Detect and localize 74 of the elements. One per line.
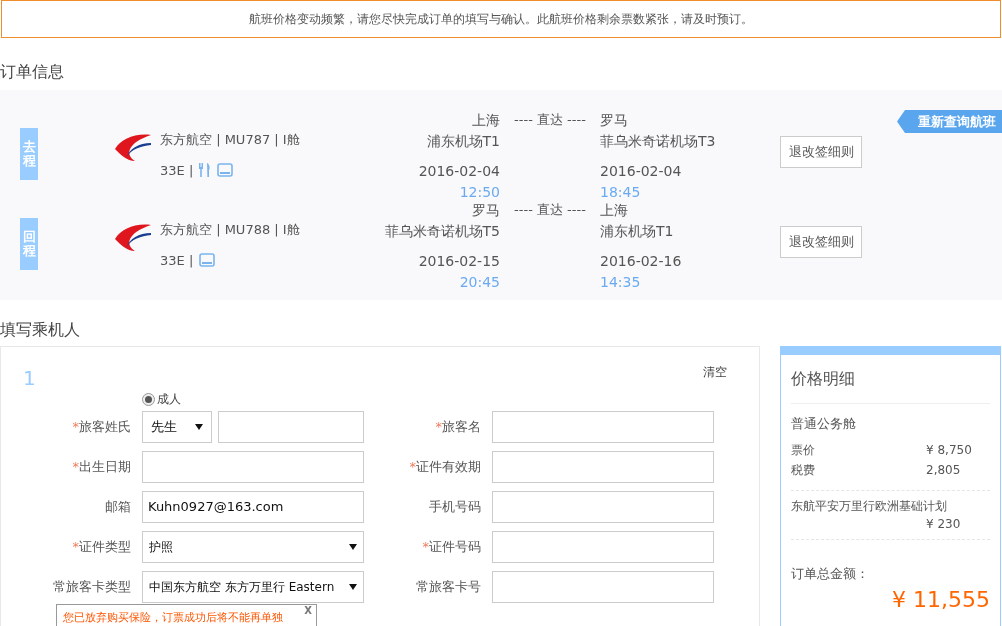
title-select[interactable]: 先生 [142, 411, 212, 443]
field-label: *证件类型 [72, 539, 131, 555]
departure-city: 上海 [471, 111, 500, 130]
airline-logo-icon [115, 133, 151, 161]
text-input[interactable] [492, 531, 714, 563]
field-label: 手机号码 [429, 499, 481, 515]
field-label: *出生日期 [72, 459, 131, 475]
text-input[interactable]: Kuhn0927@163.com [142, 491, 364, 523]
dropdown-select[interactable]: 中国东方航空 东方万里行 Eastern [142, 571, 364, 603]
trip-direction-tag: 去程 [20, 128, 38, 180]
total-price: ¥ 11,555 [892, 586, 990, 614]
dropdown-caret-icon [349, 544, 357, 550]
departure-airport: 菲乌米奇诺机场T5 [383, 222, 500, 241]
field-label: *证件号码 [422, 539, 481, 555]
price-item-label: 税费 [791, 461, 815, 479]
text-input[interactable] [492, 451, 714, 483]
insurance-plan: 东航平安万里行欧洲基础计划 [791, 497, 948, 515]
arrival-city: 罗马 [600, 111, 629, 130]
arrival-date: 2016-02-04 [600, 162, 683, 181]
departure-time: 20:45 [458, 273, 500, 292]
field-label: 常旅客卡类型 [53, 579, 131, 595]
text-input[interactable] [492, 411, 714, 443]
arrival-time: 14:35 [600, 273, 642, 292]
arrival-airport: 浦东机场T1 [600, 222, 675, 241]
flight-info: 东方航空 | MU788 | I舱 [160, 221, 301, 239]
seat-screen-icon [217, 163, 234, 178]
clear-link[interactable]: 清空 [703, 363, 727, 381]
departure-time: 12:50 [458, 183, 500, 202]
total-label: 订单总金额： [791, 564, 870, 583]
seat-number: 33E | [160, 251, 194, 270]
dropdown-caret-icon [195, 424, 203, 430]
passenger-type-label: 成人 [157, 391, 181, 408]
section-title: 填写乘机人 [0, 320, 80, 339]
departure-date: 2016-02-04 [417, 162, 500, 181]
price-card-title: 价格明细 [791, 355, 990, 404]
price-item-value: ¥ 8,750 [926, 441, 973, 459]
fork-knife-icon [199, 163, 212, 178]
seat-number: 33E | [160, 161, 194, 180]
field-label: *旅客姓氏 [72, 419, 131, 435]
route-type: ---- 直达 ---- [514, 202, 586, 217]
section-title: 订单信息 [0, 62, 64, 81]
arrival-city: 上海 [600, 201, 629, 220]
text-input[interactable] [492, 571, 714, 603]
notice-banner: 航班价格变动频繁，请您尽快完成订单的填写与确认。此航班价格剩余票数紧张，请及时预订。 [1, 0, 1001, 38]
refund-rules-button[interactable]: 退改签细则 [780, 226, 862, 258]
dropdown-caret-icon [349, 584, 357, 590]
arrival-time: 18:45 [600, 183, 642, 202]
arrival-airport: 菲乌米奇诺机场T3 [600, 132, 717, 151]
insurance-price: ¥ 230 [926, 515, 962, 533]
cabin-class: 普通公务舱 [791, 415, 857, 433]
warning-message: 您已放弃购买保险，订票成功后将不能再单独 [63, 611, 284, 625]
price-item-value: 2,805 [926, 461, 962, 479]
field-label: *旅客名 [435, 419, 481, 435]
text-input[interactable] [218, 411, 364, 443]
airline-logo-icon [115, 223, 151, 251]
field-label: *证件有效期 [409, 459, 481, 475]
field-label: 邮箱 [105, 499, 131, 515]
price-item-label: 票价 [791, 441, 815, 459]
seat-screen-icon [199, 253, 216, 268]
trip-direction-tag: 回程 [20, 218, 38, 270]
departure-airport: 浦东机场T1 [425, 132, 500, 151]
text-input[interactable] [142, 451, 364, 483]
flight-info: 东方航空 | MU787 | I舱 [160, 131, 301, 149]
route-type: ---- 直达 ---- [514, 112, 586, 127]
field-label: 常旅客卡号 [416, 579, 481, 595]
refund-rules-button[interactable]: 退改签细则 [780, 136, 862, 168]
close-button[interactable]: X [304, 606, 312, 616]
dropdown-select[interactable]: 护照 [142, 531, 364, 563]
text-input[interactable] [492, 491, 714, 523]
departure-date: 2016-02-15 [417, 252, 500, 271]
arrival-date: 2016-02-16 [600, 252, 683, 271]
passenger-type-radio[interactable] [142, 392, 155, 406]
passenger-number: 1 [23, 365, 36, 392]
departure-city: 罗马 [471, 201, 500, 220]
